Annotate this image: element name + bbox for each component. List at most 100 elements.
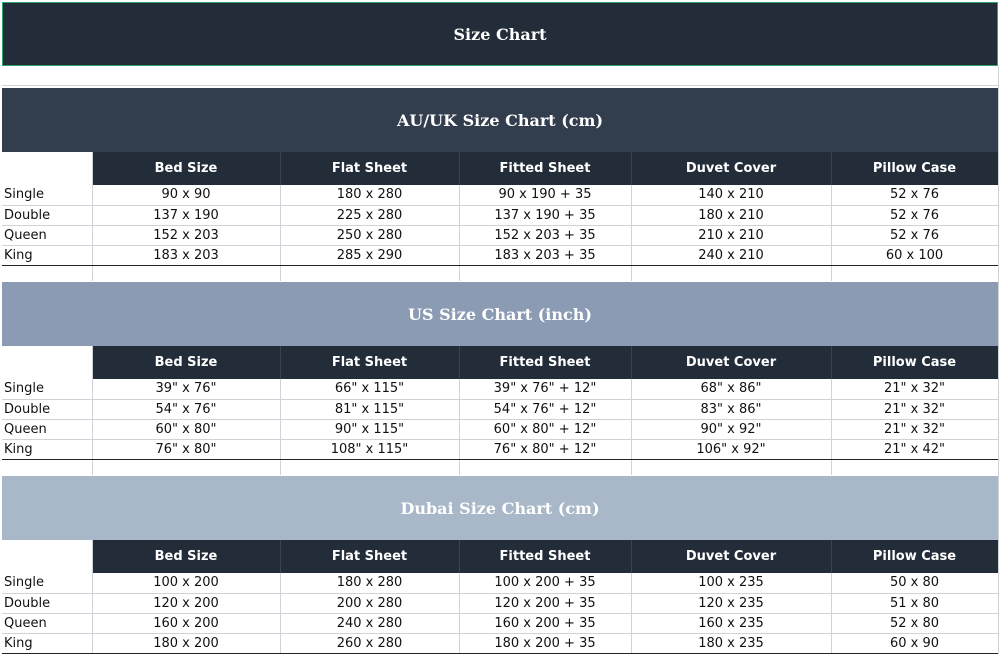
empty-cell[interactable] — [92, 265, 281, 281]
cell-duvet-cover[interactable]: 240 x 210 — [631, 245, 832, 266]
row-label-king[interactable]: King — [2, 439, 93, 460]
cell-fitted-sheet[interactable]: 90 x 190 + 35 — [459, 185, 632, 206]
row-label-king[interactable]: King — [2, 245, 93, 266]
cell-duvet-cover[interactable]: 90" x 92" — [631, 419, 832, 440]
empty-cell[interactable] — [280, 459, 460, 475]
title-banner-cell[interactable]: Size Chart — [2, 2, 998, 66]
cell-flat-sheet[interactable]: 225 x 280 — [280, 205, 460, 226]
cell-duvet-cover[interactable]: 100 x 235 — [631, 573, 832, 594]
cell-pillow-case[interactable]: 21" x 32" — [831, 379, 999, 400]
cell-duvet-cover[interactable]: 106" x 92" — [631, 439, 832, 460]
cell-bed-size[interactable]: 120 x 200 — [92, 593, 281, 614]
cell-pillow-case[interactable]: 60 x 90 — [831, 633, 999, 654]
header-duvet-cover[interactable]: Duvet Cover — [631, 540, 832, 573]
header-duvet-cover[interactable]: Duvet Cover — [631, 152, 832, 185]
cell-fitted-sheet[interactable]: 137 x 190 + 35 — [459, 205, 632, 226]
cell-duvet-cover[interactable]: 180 x 235 — [631, 633, 832, 654]
cell-bed-size[interactable]: 76" x 80" — [92, 439, 281, 460]
empty-cell[interactable] — [92, 459, 281, 475]
cell-pillow-case[interactable]: 50 x 80 — [831, 573, 999, 594]
cell-fitted-sheet[interactable]: 183 x 203 + 35 — [459, 245, 632, 266]
cell-duvet-cover[interactable]: 180 x 210 — [631, 205, 832, 226]
header-pillow-case[interactable]: Pillow Case — [831, 346, 999, 379]
header-pillow-case[interactable]: Pillow Case — [831, 540, 999, 573]
cell-flat-sheet[interactable]: 285 x 290 — [280, 245, 460, 266]
row-label-double[interactable]: Double — [2, 205, 93, 226]
cell-bed-size[interactable]: 183 x 203 — [92, 245, 281, 266]
section-title-us[interactable]: US Size Chart (inch) — [2, 282, 998, 346]
corner-cell[interactable] — [2, 152, 93, 185]
cell-pillow-case[interactable]: 21" x 32" — [831, 399, 999, 420]
cell-flat-sheet[interactable]: 108" x 115" — [280, 439, 460, 460]
cell-bed-size[interactable]: 100 x 200 — [92, 573, 281, 594]
cell-flat-sheet[interactable]: 240 x 280 — [280, 613, 460, 634]
cell-fitted-sheet[interactable]: 76" x 80" + 12" — [459, 439, 632, 460]
row-label-queen[interactable]: Queen — [2, 613, 93, 634]
cell-bed-size[interactable]: 137 x 190 — [92, 205, 281, 226]
cell-bed-size[interactable]: 152 x 203 — [92, 225, 281, 246]
header-fitted-sheet[interactable]: Fitted Sheet — [459, 152, 632, 185]
cell-bed-size[interactable]: 160 x 200 — [92, 613, 281, 634]
row-label-single[interactable]: Single — [2, 185, 93, 206]
row-label-double[interactable]: Double — [2, 593, 93, 614]
corner-cell[interactable] — [2, 540, 93, 573]
header-pillow-case[interactable]: Pillow Case — [831, 152, 999, 185]
cell-pillow-case[interactable]: 21" x 42" — [831, 439, 999, 460]
cell-bed-size[interactable]: 90 x 90 — [92, 185, 281, 206]
empty-cell[interactable] — [831, 265, 999, 281]
empty-cell[interactable] — [459, 265, 632, 281]
empty-row[interactable] — [2, 66, 998, 86]
cell-pillow-case[interactable]: 52 x 76 — [831, 185, 999, 206]
cell-fitted-sheet[interactable]: 160 x 200 + 35 — [459, 613, 632, 634]
cell-flat-sheet[interactable]: 200 x 280 — [280, 593, 460, 614]
cell-flat-sheet[interactable]: 180 x 280 — [280, 573, 460, 594]
row-label-single[interactable]: Single — [2, 573, 93, 594]
cell-duvet-cover[interactable]: 83" x 86" — [631, 399, 832, 420]
empty-cell[interactable] — [631, 265, 832, 281]
row-label-queen[interactable]: Queen — [2, 419, 93, 440]
cell-flat-sheet[interactable]: 90" x 115" — [280, 419, 460, 440]
empty-cell[interactable] — [2, 265, 93, 281]
header-bed-size[interactable]: Bed Size — [92, 346, 281, 379]
header-bed-size[interactable]: Bed Size — [92, 152, 281, 185]
cell-duvet-cover[interactable]: 68" x 86" — [631, 379, 832, 400]
cell-fitted-sheet[interactable]: 60" x 80" + 12" — [459, 419, 632, 440]
header-bed-size[interactable]: Bed Size — [92, 540, 281, 573]
cell-pillow-case[interactable]: 52 x 76 — [831, 205, 999, 226]
cell-pillow-case[interactable]: 21" x 32" — [831, 419, 999, 440]
section-title-dubai[interactable]: Dubai Size Chart (cm) — [2, 476, 998, 540]
cell-bed-size[interactable]: 60" x 80" — [92, 419, 281, 440]
section-title-au-uk[interactable]: AU/UK Size Chart (cm) — [2, 88, 998, 152]
cell-pillow-case[interactable]: 51 x 80 — [831, 593, 999, 614]
cell-fitted-sheet[interactable]: 100 x 200 + 35 — [459, 573, 632, 594]
empty-cell[interactable] — [280, 265, 460, 281]
row-label-single[interactable]: Single — [2, 379, 93, 400]
row-label-king[interactable]: King — [2, 633, 93, 654]
corner-cell[interactable] — [2, 346, 93, 379]
header-fitted-sheet[interactable]: Fitted Sheet — [459, 346, 632, 379]
cell-flat-sheet[interactable]: 180 x 280 — [280, 185, 460, 206]
cell-fitted-sheet[interactable]: 120 x 200 + 35 — [459, 593, 632, 614]
cell-flat-sheet[interactable]: 250 x 280 — [280, 225, 460, 246]
header-duvet-cover[interactable]: Duvet Cover — [631, 346, 832, 379]
cell-flat-sheet[interactable]: 81" x 115" — [280, 399, 460, 420]
empty-cell[interactable] — [459, 459, 632, 475]
cell-bed-size[interactable]: 39" x 76" — [92, 379, 281, 400]
row-label-double[interactable]: Double — [2, 399, 93, 420]
cell-pillow-case[interactable]: 52 x 80 — [831, 613, 999, 634]
cell-bed-size[interactable]: 54" x 76" — [92, 399, 281, 420]
header-flat-sheet[interactable]: Flat Sheet — [280, 152, 460, 185]
cell-pillow-case[interactable]: 52 x 76 — [831, 225, 999, 246]
cell-duvet-cover[interactable]: 140 x 210 — [631, 185, 832, 206]
cell-fitted-sheet[interactable]: 39" x 76" + 12" — [459, 379, 632, 400]
header-fitted-sheet[interactable]: Fitted Sheet — [459, 540, 632, 573]
cell-flat-sheet[interactable]: 66" x 115" — [280, 379, 460, 400]
empty-cell[interactable] — [631, 459, 832, 475]
row-label-queen[interactable]: Queen — [2, 225, 93, 246]
cell-duvet-cover[interactable]: 120 x 235 — [631, 593, 832, 614]
cell-duvet-cover[interactable]: 210 x 210 — [631, 225, 832, 246]
header-flat-sheet[interactable]: Flat Sheet — [280, 540, 460, 573]
cell-flat-sheet[interactable]: 260 x 280 — [280, 633, 460, 654]
cell-pillow-case[interactable]: 60 x 100 — [831, 245, 999, 266]
empty-cell[interactable] — [831, 459, 999, 475]
